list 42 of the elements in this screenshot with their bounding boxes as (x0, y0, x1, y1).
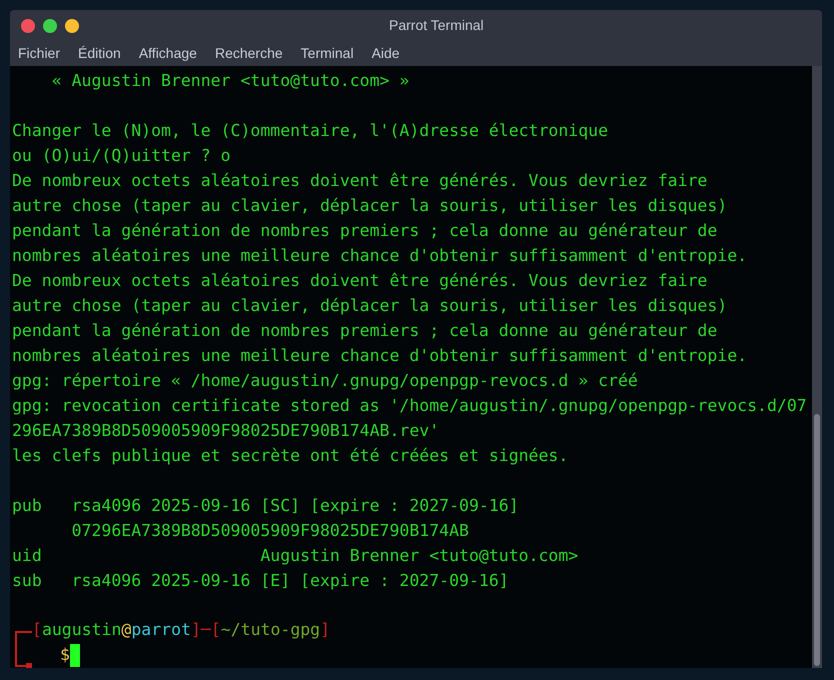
prompt-text: augustin (42, 619, 122, 642)
prompt-corner-icon (12, 631, 32, 668)
terminal-line: 07296EA7389B8D509005909F98025DE790B174AB (70, 520, 470, 542)
terminal-line: De nombreux octets aléatoires doivent être générés. Vous devriez faire (12, 270, 708, 292)
terminal-line: les clefs publique et secrète ont été créées et signées. (12, 445, 570, 467)
terminal-line: pendant la génération de nombres premiers ; cela donne au générateur de (12, 320, 718, 342)
window-title: Parrot Terminal (389, 16, 484, 36)
prompt-text: @ (121, 619, 132, 642)
prompt-symbol: $ (60, 644, 70, 666)
minimize-icon[interactable] (65, 18, 79, 33)
terminal-line: uid Augustin Brenner <tuto@tuto.com> (12, 545, 580, 567)
terminal-line: gpg: revocation certificate stored as '/home/augustin/.gnupg/openpgp-revocs.d/07 (12, 395, 808, 417)
terminal-line: De nombreux octets aléatoires doivent être générés. Vous devriez faire (12, 170, 708, 192)
menu-item[interactable]: Recherche (214, 43, 283, 64)
cursor (70, 644, 80, 667)
menu-item[interactable]: Affichage (138, 43, 197, 64)
prompt-text: [ (210, 619, 221, 642)
prompt-text: ─ (200, 619, 211, 642)
terminal-line: pendant la génération de nombres premiers ; cela donne au générateur de (12, 220, 718, 242)
maximize-icon[interactable] (43, 18, 57, 33)
terminal-line: pub rsa4096 2025-09-16 [SC] [expire : 2027-09-16] (12, 495, 520, 517)
terminal-line: autre chose (taper au clavier, déplacer la souris, utiliser les disques) (12, 295, 728, 317)
terminal-line: nombres aléatoires une meilleure chance d'obtenir suffisamment d'entropie. (12, 345, 748, 367)
menu-item[interactable]: Fichier (18, 43, 60, 64)
terminal-line: autre chose (taper au clavier, déplacer la souris, utiliser les disques) (12, 195, 728, 217)
menu-item[interactable]: Terminal (300, 43, 354, 64)
menu-item[interactable]: Édition (78, 43, 121, 64)
terminal-line: 296EA7389B8D509005909F98025DE790B174AB.rev' (12, 420, 440, 442)
terminal-line: nombres aléatoires une meilleure chance d'obtenir suffisamment d'entropie. (12, 245, 748, 267)
prompt-text: [ (32, 619, 42, 642)
prompt-text: parrot (131, 619, 191, 642)
scrollbar[interactable] (812, 66, 822, 668)
terminal-line: gpg: répertoire « /home/augustin/.gnupg/openpgp-revocs.d » créé (12, 370, 639, 392)
menu-item[interactable]: Aide (372, 43, 400, 64)
close-icon[interactable] (21, 18, 35, 33)
terminal-line: sub rsa4096 2025-09-16 [E] [expire : 2027-09-16] (12, 570, 510, 592)
prompt-text: ] (320, 619, 330, 642)
prompt-text: ~/tuto-gpg (220, 619, 320, 642)
terminal-line: « Augustin Brenner <tuto@tuto.com> » (50, 70, 410, 92)
prompt-text: ] (190, 619, 201, 642)
terminal-line: Changer le (N)om, le (C)ommentaire, l'(A)dresse électronique (12, 120, 610, 142)
terminal-line: ou (O)ui/(Q)uitter ? o (12, 145, 232, 167)
